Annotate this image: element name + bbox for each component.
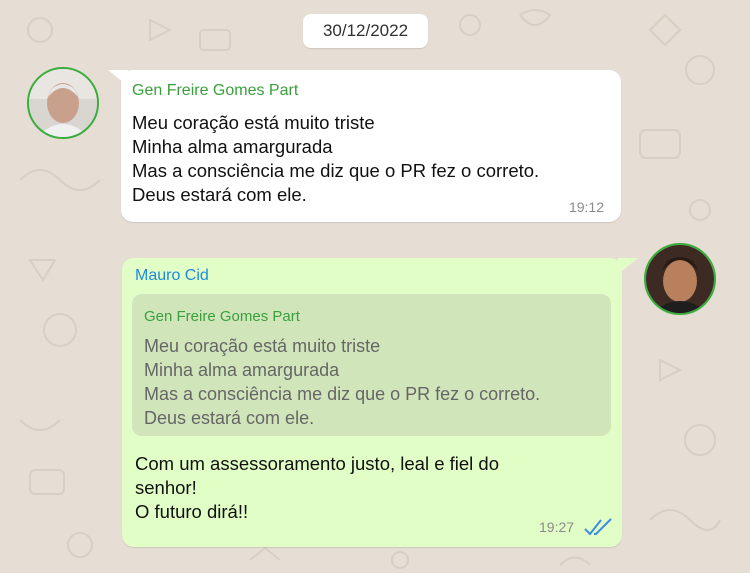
message-sender: Mauro Cid [135,267,209,284]
message-text: Meu coração está muito triste Minha alma… [132,112,540,205]
message-sender: Gen Freire Gomes Part [132,82,299,99]
contact-avatar-icon [646,245,714,313]
message-text: Com um assessoramento justo, leal e fiel… [135,453,500,522]
incoming-message-bubble[interactable]: Gen Freire Gomes Part Meu coração está m… [121,70,621,222]
contact-avatar-icon [29,69,97,137]
date-separator: 30/12/2022 [303,14,428,48]
contact-avatar-mauro-cid[interactable] [644,243,716,315]
quoted-message[interactable]: Gen Freire Gomes Part Meu coração está m… [132,294,611,436]
quoted-text: Meu coração está muito triste Minha alma… [144,336,541,428]
quoted-sender: Gen Freire Gomes Part [144,308,300,325]
contact-avatar-freire-gomes[interactable] [27,67,99,139]
message-timestamp: 19:27 [539,519,575,535]
double-check-icon [584,518,612,536]
outgoing-message-bubble[interactable]: Mauro Cid Gen Freire Gomes Part Meu cora… [122,258,622,547]
message-timestamp: 19:12 [568,199,604,215]
